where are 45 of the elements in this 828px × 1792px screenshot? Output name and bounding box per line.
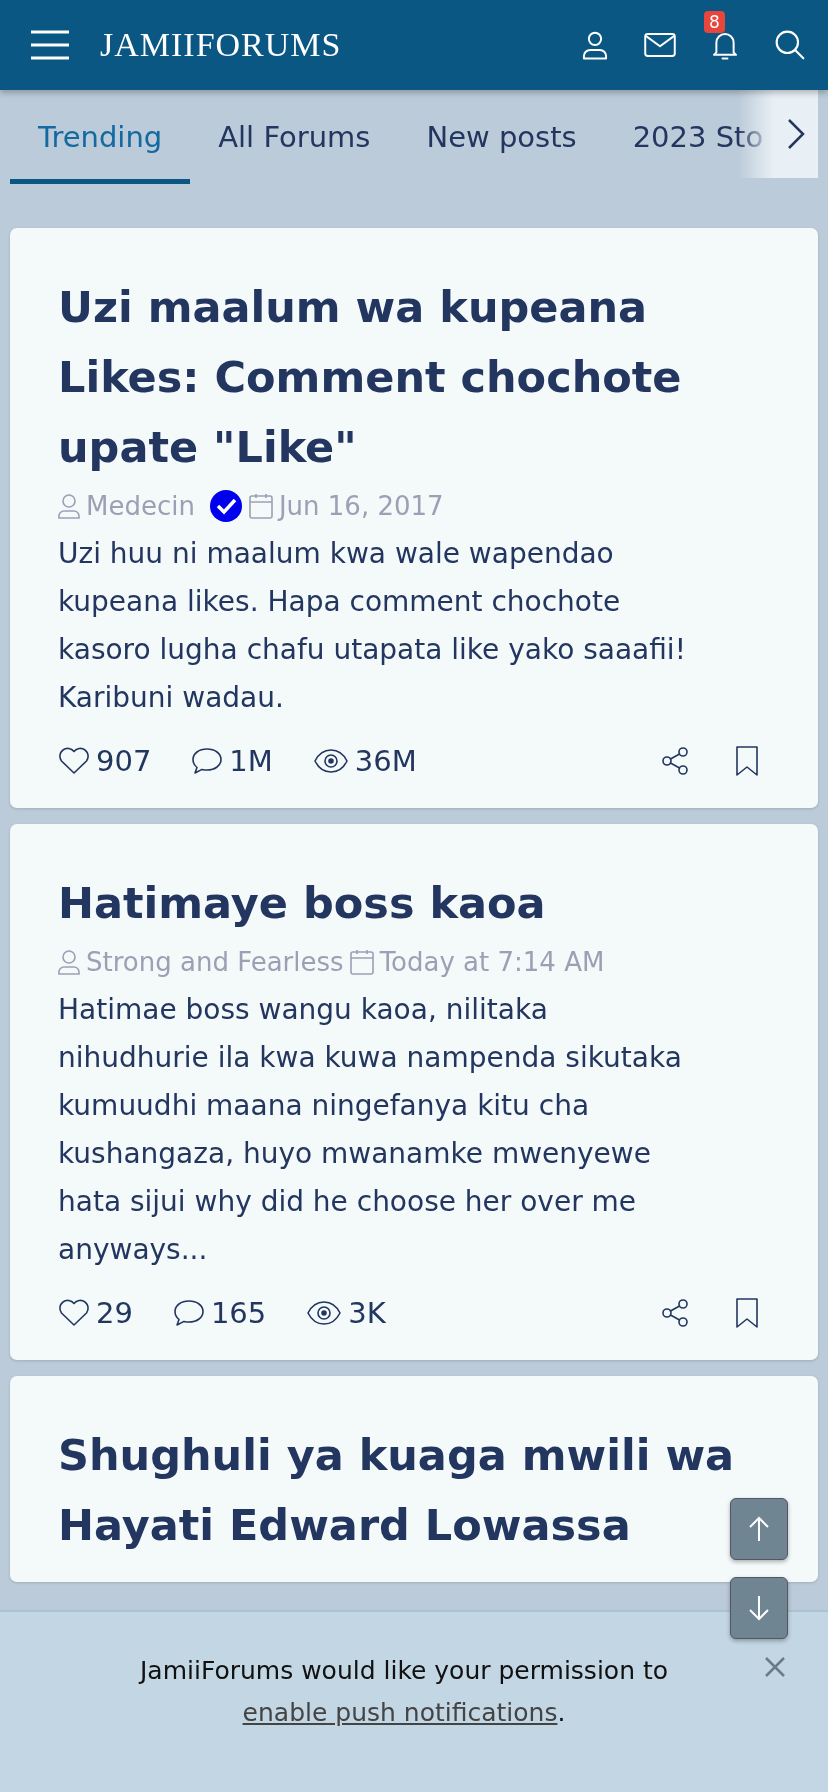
heart-icon[interactable] bbox=[58, 747, 90, 775]
nav-tab[interactable]: 2023 Sto bbox=[604, 95, 792, 184]
like-count: 907 bbox=[96, 744, 152, 778]
thread-excerpt: Hatimae boss wangu kaoa, nilitaka nihudhurie ila kwa kuwa nampenda sikutaka kumuudhi maana ningefanya kitu cha kushangaza, huyo mwanamke mwenyewe hata sijui why did he choose her over me anyways... bbox=[58, 992, 683, 1268]
menu-icon[interactable] bbox=[30, 29, 70, 61]
close-button[interactable] bbox=[764, 1656, 786, 1678]
chevron-right-icon[interactable] bbox=[786, 117, 806, 151]
enable-notifications-link[interactable]: enable push notifications bbox=[242, 1698, 558, 1727]
bookmark-icon[interactable] bbox=[734, 1297, 760, 1329]
share-icon[interactable] bbox=[660, 1298, 690, 1328]
calendar-icon bbox=[349, 949, 374, 975]
heart-icon[interactable] bbox=[58, 1299, 90, 1327]
permission-message: JamiiForums would like your permission to enable push notifications. bbox=[137, 1655, 670, 1729]
notification-badge: 8 bbox=[704, 11, 725, 33]
share-icon[interactable] bbox=[660, 746, 690, 776]
eye-icon bbox=[312, 748, 349, 774]
arrow-up-icon bbox=[748, 1516, 770, 1542]
thread-title[interactable]: Uzi maalum wa kupeana Likes: Comment chochote upate "Like" bbox=[58, 272, 770, 482]
post-date: Today at 7:14 AM bbox=[379, 947, 605, 977]
arrow-down-icon bbox=[748, 1595, 770, 1621]
site-logo[interactable]: JAMIIFORUMS bbox=[100, 26, 342, 64]
speech-bubble-icon bbox=[172, 1299, 205, 1327]
speech-bubble-icon bbox=[191, 747, 224, 775]
reply-count: 165 bbox=[210, 1296, 267, 1330]
eye-icon bbox=[306, 1300, 343, 1326]
reply-count: 1M bbox=[229, 744, 273, 778]
user-icon bbox=[58, 493, 80, 519]
view-count: 36M bbox=[354, 744, 417, 778]
scroll-down-button[interactable] bbox=[730, 1577, 788, 1639]
thread-title[interactable]: Hatimaye boss kaoa bbox=[58, 868, 770, 938]
post-date: Jun 16, 2017 bbox=[278, 491, 444, 521]
bookmark-icon[interactable] bbox=[734, 745, 760, 777]
like-count: 29 bbox=[96, 1296, 133, 1330]
nav-tab[interactable]: Trending bbox=[10, 95, 191, 184]
search-icon[interactable] bbox=[774, 29, 806, 61]
thread-excerpt: Uzi huu ni maalum kwa wale wapendao kupeana likes. Hapa comment chochote kasoro lugha chafu utapata like yako saaafii! Karibuni wadau. bbox=[58, 536, 687, 716]
close-icon bbox=[764, 1656, 786, 1678]
view-count: 3K bbox=[348, 1296, 386, 1330]
user-icon bbox=[58, 949, 80, 975]
calendar-icon bbox=[248, 493, 273, 519]
mail-icon[interactable] bbox=[644, 32, 676, 58]
nav-tab[interactable]: All Forums bbox=[190, 95, 399, 184]
scroll-up-button[interactable] bbox=[730, 1498, 788, 1560]
nav-tab[interactable]: New posts bbox=[398, 95, 605, 184]
user-icon[interactable] bbox=[580, 29, 610, 61]
